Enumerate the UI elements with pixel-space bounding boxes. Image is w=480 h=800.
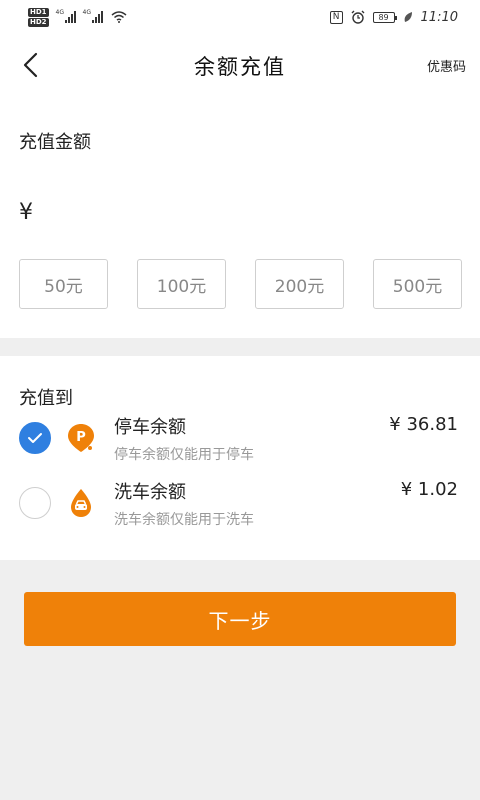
amount-section: 充值金额 ¥ 50元 100元 200元 500元 [0,96,480,338]
wifi-icon [111,11,127,23]
nfc-icon: N [329,10,343,24]
parking-icon: P [68,424,94,452]
signal-1-icon: 4G [55,9,76,23]
car-wash-icon [71,489,91,517]
svg-text:P: P [76,430,86,445]
amount-label: 充值金额 [19,132,91,153]
car-wash-balance-option[interactable]: 洗车余额 洗车余额仅能用于洗车 ¥ 1.02 [0,475,480,533]
car-wash-balance-description: 洗车余额仅能用于洗车 [114,512,254,528]
recharge-target-label: 充值到 [19,388,73,409]
status-time: 11:10 [420,9,458,25]
preset-100-button[interactable]: 100元 [137,259,226,309]
car-wash-balance-amount: ¥ 1.02 [400,479,458,500]
preset-500-button[interactable]: 500元 [373,259,462,309]
network-type-1: 4G [55,9,65,16]
hd1-badge: HD1 [28,7,49,17]
status-bar-right: N 89 11:10 [329,9,458,25]
network-type-2: 4G [82,9,92,16]
preset-200-button[interactable]: 200元 [255,259,344,309]
amount-input[interactable] [45,194,459,230]
battery-icon: 89 [372,11,397,23]
status-bar: HD1 HD2 4G 4G N 89 11:10 [0,0,480,34]
preset-amount-row: 50元 100元 200元 500元 [19,259,462,309]
page-title: 余额充值 [194,55,286,79]
alarm-icon [351,10,365,24]
amount-input-row: ¥ [19,192,459,232]
coupon-code-link[interactable]: 优惠码 [427,56,466,75]
signal-2-icon: 4G [82,9,103,23]
next-step-button[interactable]: 下一步 [24,592,456,646]
car-wash-balance-title: 洗车余额 [114,482,186,503]
currency-symbol: ¥ [19,199,33,225]
parking-balance-description: 停车余额仅能用于停车 [114,447,254,463]
parking-balance-title: 停车余额 [114,417,186,438]
header: 余额充值 优惠码 [0,34,480,96]
hd2-badge: HD2 [28,17,49,27]
checkmark-icon [28,433,42,443]
parking-balance-amount: ¥ 36.81 [389,414,458,435]
parking-radio[interactable] [19,422,51,454]
hd-indicators: HD1 HD2 [28,7,49,27]
car-wash-radio[interactable] [19,487,51,519]
leaf-icon [404,12,412,22]
recharge-target-section: 充值到 P 停车余额 停车余额仅能用于停车 ¥ 36.81 洗车余额 洗车余额仅… [0,356,480,560]
status-bar-left: HD1 HD2 4G 4G [28,7,127,27]
parking-balance-option[interactable]: P 停车余额 停车余额仅能用于停车 ¥ 36.81 [0,410,480,468]
battery-level: 89 [378,12,389,22]
preset-50-button[interactable]: 50元 [19,259,108,309]
